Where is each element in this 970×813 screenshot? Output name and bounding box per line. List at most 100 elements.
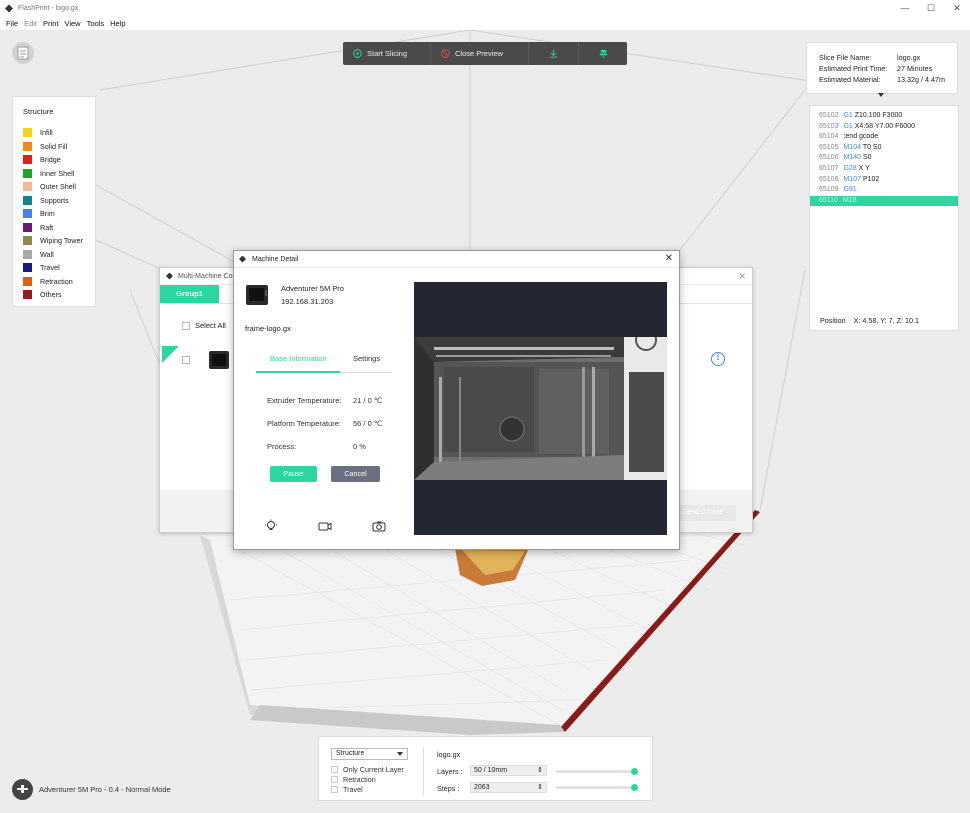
gcode-args: P102 — [862, 175, 880, 183]
minimize-button[interactable]: — — [892, 0, 918, 17]
layers-spinbox[interactable]: 50 / 10mm — [470, 765, 547, 776]
gcode-line[interactable]: 65104 ;end gcode — [810, 132, 958, 143]
legend-item: Outer Shell — [23, 180, 83, 194]
close-icon[interactable]: ✕ — [665, 253, 673, 264]
divider — [423, 747, 424, 795]
travel-checkbox[interactable]: Travel — [331, 785, 363, 794]
checkbox[interactable] — [331, 766, 338, 773]
gcode-panel[interactable]: 65102 G1 Z10.100 F3000 65103 G1 X4.58 Y7.00… — [809, 105, 959, 331]
legend-item: Supports — [23, 194, 83, 208]
legend-swatch — [23, 128, 32, 138]
printer-camera-image — [414, 337, 667, 480]
retraction-checkbox[interactable]: Retraction — [331, 775, 376, 784]
gcode-command: M140 — [843, 154, 861, 162]
gcode-line[interactable]: 65108 M107 P102 — [810, 175, 958, 186]
tab-group1[interactable]: Group1 — [160, 285, 219, 303]
select-all-checkbox[interactable]: Select All — [182, 321, 226, 330]
legend-title: Structure — [23, 107, 54, 116]
legend-swatch — [23, 290, 32, 300]
legend-swatch — [23, 263, 32, 273]
gcode-args: T0 S0 — [862, 143, 882, 151]
slider-handle[interactable] — [631, 784, 638, 791]
legend-label: Others — [40, 290, 62, 300]
close-icon[interactable]: ✕ — [738, 271, 746, 282]
menu-help[interactable]: Help — [110, 19, 125, 28]
printer-send-icon — [599, 49, 607, 58]
gcode-line[interactable]: 65102 G1 Z10.100 F3000 — [810, 111, 958, 122]
gcode-command: G91 — [843, 186, 857, 194]
gcode-line[interactable]: 65110 M18 — [810, 195, 958, 207]
only-current-layer-checkbox[interactable]: Only Current Layer — [331, 765, 404, 774]
close-window-button[interactable]: ✕ — [944, 0, 970, 17]
gcode-command: M107 — [843, 175, 861, 183]
legend-item: Wall — [23, 248, 83, 262]
app-logo-icon — [5, 4, 13, 13]
play-icon — [353, 49, 362, 58]
printer-icon — [209, 351, 229, 369]
layers-slider[interactable] — [556, 768, 638, 775]
checkbox[interactable] — [182, 321, 190, 330]
steps-slider[interactable] — [556, 784, 638, 791]
menu-view[interactable]: View — [64, 19, 80, 28]
checkbox[interactable] — [331, 786, 338, 793]
gcode-args: X Y — [858, 165, 870, 172]
menu-edit[interactable]: Edit — [24, 19, 37, 28]
gcode-line[interactable]: 65107 G28 X Y — [810, 164, 958, 175]
gcode-line[interactable]: 65106 M140 S0 — [810, 153, 958, 164]
legend-label: Raft — [40, 222, 54, 232]
legend-item: Raft — [23, 221, 83, 235]
legend-label: Supports — [40, 195, 69, 205]
gcode-command: G1 — [843, 112, 853, 119]
legend-label: Inner Shell — [40, 168, 75, 178]
line-number: 65107 — [819, 165, 839, 172]
collapse-arrow-icon[interactable] — [878, 93, 884, 97]
structure-legend: Structure Infill Solid Fill Bridge Inner Sh… — [12, 96, 96, 307]
dialog-title: Machine Detail — [252, 255, 299, 263]
gcode-line[interactable]: 65109 G91 — [810, 185, 958, 196]
print-button[interactable] — [579, 42, 627, 65]
legend-list: Infill Solid Fill Bridge Inner Shell Outer S… — [23, 126, 83, 302]
machine-status[interactable]: Adventurer 5M Pro - 0.4 - Normal Mode — [12, 779, 171, 800]
print-time-row: Estimated Print Time: 27 Minutes — [819, 64, 933, 73]
video-camera-icon[interactable] — [318, 519, 332, 533]
legend-swatch — [23, 222, 32, 232]
maximize-button[interactable]: ☐ — [918, 0, 944, 17]
pause-button[interactable]: Pause — [270, 466, 317, 482]
preview-file-name: logo.gx — [437, 750, 461, 759]
machine-connect-icon[interactable] — [12, 779, 33, 800]
cancel-button[interactable]: Cancel — [331, 466, 380, 482]
legend-item: Inner Shell — [23, 167, 83, 181]
line-number: 65103 — [819, 122, 839, 130]
info-icon[interactable]: i — [711, 352, 725, 366]
tab-settings[interactable]: Settings — [353, 354, 380, 363]
menu-print[interactable]: Print — [43, 19, 58, 28]
export-button[interactable] — [529, 42, 579, 65]
legend-item: Others — [23, 288, 83, 302]
menu-file[interactable]: File — [6, 19, 18, 28]
legend-label: Brim — [40, 209, 55, 219]
file-info-icon[interactable] — [12, 42, 34, 64]
checkbox[interactable] — [331, 776, 338, 783]
close-preview-button[interactable]: Close Preview — [431, 42, 529, 65]
gcode-line[interactable]: 65105 M104 T0 S0 — [810, 143, 958, 154]
gcode-command: G1 — [843, 122, 853, 130]
legend-label: Travel — [40, 263, 60, 273]
menu-tools[interactable]: Tools — [87, 19, 105, 28]
slice-file-row: Slice File Name: logo.gx — [819, 53, 921, 62]
gcode-args: X4.58 Y7.00 F6000 — [854, 122, 915, 130]
tab-base-information[interactable]: Base Information — [270, 354, 327, 363]
camera-snapshot-icon[interactable] — [372, 519, 386, 533]
structure-select[interactable]: Structure — [331, 748, 408, 760]
printer-icon — [246, 285, 268, 305]
dialog-header: Machine Detail — [234, 251, 679, 268]
steps-label: Steps : — [437, 784, 460, 793]
light-bulb-icon[interactable] — [264, 519, 278, 533]
legend-swatch — [23, 236, 32, 246]
steps-spinbox[interactable]: 2063 — [470, 782, 547, 793]
start-slicing-button[interactable]: Start Slicing — [343, 42, 431, 65]
machine-row-checkbox[interactable] — [182, 356, 190, 364]
printer-ip: 192.168.31.203 — [281, 297, 334, 306]
slider-handle[interactable] — [631, 768, 638, 775]
legend-swatch — [23, 168, 32, 178]
gcode-line[interactable]: 65103 G1 X4.58 Y7.00 F6000 — [810, 122, 958, 133]
